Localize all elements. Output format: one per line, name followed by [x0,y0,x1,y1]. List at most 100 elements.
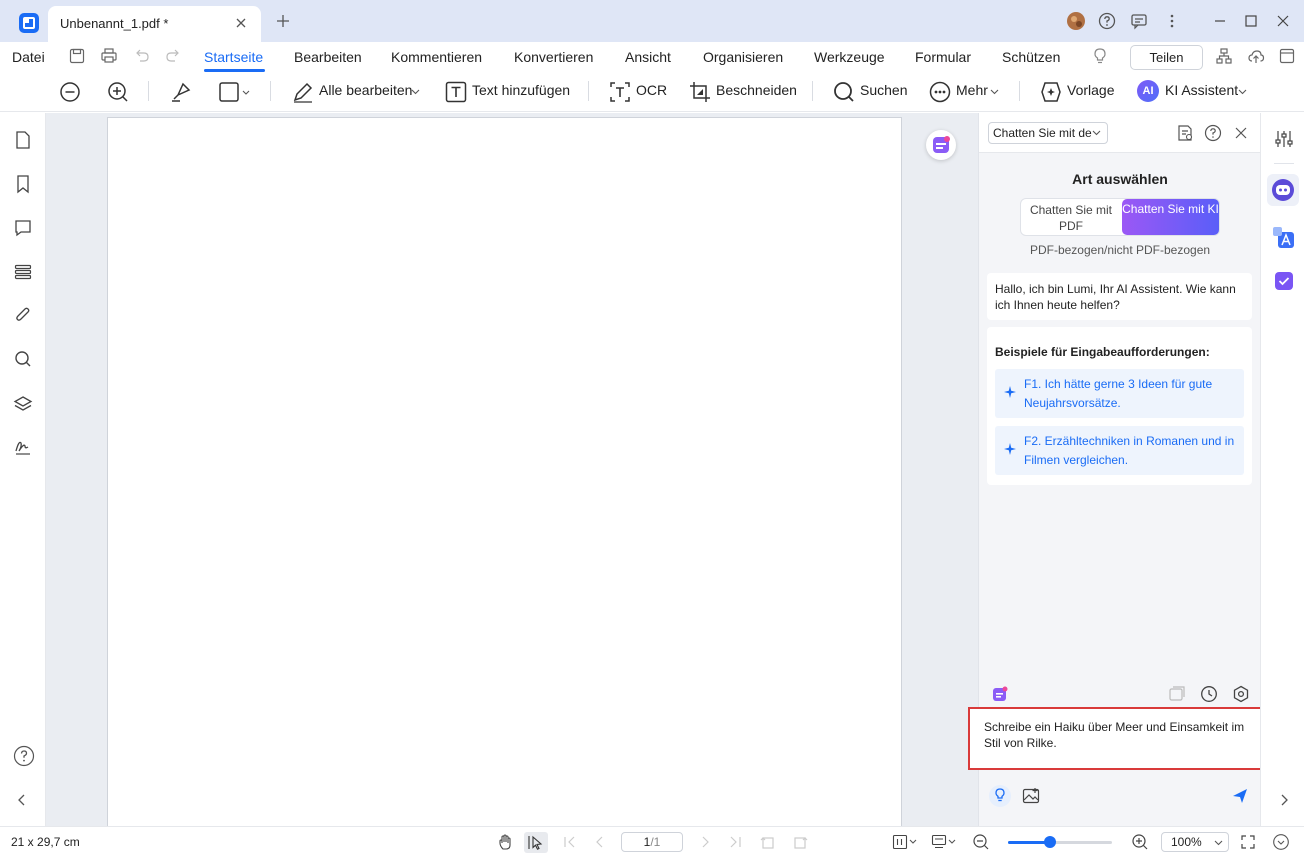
more-options-icon[interactable] [1163,12,1181,30]
summarize-icon[interactable] [1176,124,1194,142]
previous-page-icon[interactable] [592,834,608,850]
menu-startseite[interactable]: Startseite [204,49,263,65]
save-icon[interactable] [68,47,86,65]
chat-input-field[interactable]: Schreibe ein Haiku über Meer und Einsamk… [968,707,1278,770]
ai-assistant-button[interactable]: KI Assistent [1165,82,1238,98]
settings-icon[interactable] [1232,685,1250,703]
ocr-button[interactable]: OCR [636,82,667,98]
search-sidebar-icon[interactable] [13,349,33,369]
template-button[interactable]: Vorlage [1067,82,1114,98]
chat-with-ki-option[interactable]: Chatten Sie mit KI [1122,199,1219,235]
search-icon[interactable] [832,80,856,104]
print-icon[interactable] [100,47,118,65]
menu-schuetzen[interactable]: Schützen [1002,49,1060,65]
example-prompt-item[interactable]: F2. Erzähltechniken in Romanen und in Fi… [995,426,1244,475]
ocr-icon[interactable] [608,80,632,104]
comment-icon[interactable] [13,218,33,238]
edit-all-button[interactable]: Alle bearbeiten [319,82,412,98]
history-icon[interactable] [1200,685,1218,703]
ai-badge-icon[interactable]: AI [1137,80,1159,102]
undo-icon[interactable] [133,47,151,65]
close-window-icon[interactable] [1274,12,1292,30]
more-icon[interactable] [928,80,952,104]
chevron-down-icon[interactable] [1238,88,1247,96]
zoom-level-select[interactable]: 100% [1161,832,1229,852]
bookmark-icon[interactable] [13,174,33,194]
add-text-icon[interactable] [444,80,468,104]
document-tab[interactable]: Unbenannt_1.pdf * [48,6,261,42]
menu-ansicht[interactable]: Ansicht [625,49,671,65]
lightbulb-icon[interactable] [1091,47,1109,65]
template-icon[interactable] [1039,80,1063,104]
new-tab-icon[interactable] [276,14,290,28]
maximize-icon[interactable] [1242,12,1260,30]
fit-page-icon[interactable] [892,834,918,850]
example-prompt-item[interactable]: F1. Ich hätte gerne 3 Ideen für gute Neu… [995,369,1244,418]
collapse-status-icon[interactable] [1272,833,1290,851]
panel-toggle-icon[interactable] [1278,47,1296,65]
rectangle-shape-icon[interactable] [218,80,252,104]
share-button[interactable]: Teilen [1130,45,1203,70]
last-page-icon[interactable] [727,834,743,850]
menu-kommentieren[interactable]: Kommentieren [391,49,482,65]
fullscreen-icon[interactable] [1240,834,1256,850]
fields-icon[interactable] [13,262,33,282]
prompt-suggestions-icon[interactable] [989,785,1011,807]
crop-button[interactable]: Beschneiden [716,82,797,98]
send-icon[interactable] [1231,787,1249,805]
select-tool-icon[interactable] [524,832,548,853]
menu-werkzeuge[interactable]: Werkzeuge [814,49,885,65]
new-chat-icon[interactable] [1168,685,1186,703]
feedback-icon[interactable] [1130,12,1148,30]
zoom-out-icon[interactable] [58,80,82,104]
help-sidebar-icon[interactable] [13,745,35,767]
menu-konvertieren[interactable]: Konvertieren [514,49,593,65]
minimize-icon[interactable] [1211,12,1229,30]
pdf-page[interactable] [107,117,902,832]
menu-file[interactable]: Datei [12,49,45,65]
zoom-in-status-icon[interactable] [1131,833,1149,851]
zoom-out-status-icon[interactable] [972,833,990,851]
chat-with-pdf-option[interactable]: Chatten Sie mit PDF [1025,202,1117,234]
collapse-sidebar-icon[interactable] [16,793,28,807]
menu-organisieren[interactable]: Organisieren [703,49,783,65]
expand-rail-icon[interactable] [1278,793,1290,807]
document-viewer[interactable] [46,113,978,832]
menu-formular[interactable]: Formular [915,49,971,65]
more-button[interactable]: Mehr [956,82,988,98]
translate-icon[interactable] [1272,226,1296,250]
crop-icon[interactable] [688,80,712,104]
attachment-icon[interactable] [13,305,33,325]
next-page-icon[interactable] [697,834,713,850]
help-icon[interactable] [1204,124,1222,142]
help-icon[interactable] [1098,12,1116,30]
properties-icon[interactable] [1274,129,1294,149]
signature-icon[interactable] [13,437,33,457]
chat-input-value[interactable]: Schreibe ein Haiku über Meer und Einsamk… [984,719,1254,751]
zoom-in-icon[interactable] [106,80,130,104]
cloud-upload-icon[interactable] [1247,47,1265,65]
image-upload-icon[interactable] [1021,786,1041,806]
chevron-down-icon[interactable] [990,88,999,96]
rotate-right-icon[interactable] [792,834,808,850]
ai-robot-icon[interactable] [1267,174,1299,206]
chat-mode-select[interactable]: Chatten Sie mit de [988,122,1108,144]
highlighter-icon[interactable] [169,80,193,104]
rotate-left-icon[interactable] [760,834,776,850]
close-tab-icon[interactable] [234,16,248,30]
menu-bearbeiten[interactable]: Bearbeiten [294,49,362,65]
chevron-down-icon[interactable] [1092,129,1101,137]
chevron-down-icon[interactable] [411,88,420,96]
close-panel-icon[interactable] [1233,125,1249,141]
page-thumbnail-icon[interactable] [13,130,33,150]
page-number-input[interactable]: 1/1 [621,832,683,852]
floating-ai-button[interactable] [926,130,956,160]
page-layout-icon[interactable] [931,834,957,850]
redo-icon[interactable] [164,47,182,65]
layers-icon[interactable] [13,394,33,414]
workflow-icon[interactable] [1215,47,1233,65]
search-button[interactable]: Suchen [860,82,907,98]
task-check-icon[interactable] [1272,269,1296,293]
zoom-slider-handle[interactable] [1043,836,1056,848]
hand-tool-icon[interactable] [497,833,515,851]
